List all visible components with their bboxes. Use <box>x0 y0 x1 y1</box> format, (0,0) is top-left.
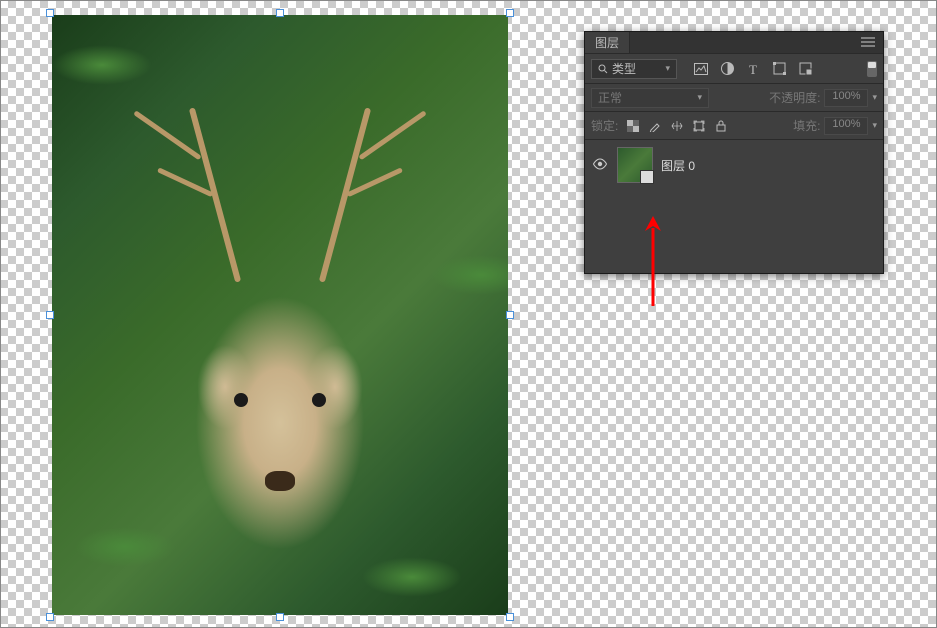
chevron-down-icon: ▾ <box>697 92 702 103</box>
opacity-input[interactable]: 100% <box>824 89 868 107</box>
fern-texture <box>52 45 152 85</box>
blend-mode-label: 正常 <box>598 89 622 106</box>
fern-texture <box>431 255 508 295</box>
deer-antler <box>319 107 371 282</box>
lock-icon-group <box>626 119 728 133</box>
lock-position-icon[interactable] <box>670 119 684 133</box>
layers-tab[interactable]: 图层 <box>585 32 630 53</box>
layer-filter-row: 类型 ▾ T <box>585 54 883 84</box>
deer-nose <box>265 471 295 491</box>
blend-mode-dropdown[interactable]: 正常 ▾ <box>591 88 709 108</box>
fill-label: 填充: <box>793 117 820 134</box>
fern-texture <box>362 557 462 597</box>
lock-artboard-icon[interactable] <box>692 119 706 133</box>
chevron-down-icon: ▾ <box>665 63 670 74</box>
blend-mode-row: 正常 ▾ 不透明度: 100% ▾ <box>585 84 883 112</box>
lock-label: 锁定: <box>591 117 618 134</box>
layer-thumbnail[interactable] <box>617 147 653 183</box>
lock-pixels-icon[interactable] <box>648 119 662 133</box>
fern-texture <box>75 527 175 567</box>
lock-all-icon[interactable] <box>714 119 728 133</box>
panel-tabbar: 图层 <box>585 32 883 54</box>
deer-antler <box>188 107 240 282</box>
layers-panel: 图层 类型 ▾ T 正常 ▾ 不透明度: 100% ▾ <box>584 31 884 274</box>
fill-group: 填充: 100% ▾ <box>793 117 877 135</box>
filter-pixel-icon[interactable] <box>693 61 709 77</box>
svg-text:T: T <box>749 63 757 75</box>
filter-toggle-switch[interactable] <box>867 61 877 77</box>
filter-shape-icon[interactable] <box>771 61 787 77</box>
opacity-label: 不透明度: <box>769 89 820 106</box>
visibility-toggle-icon[interactable] <box>591 158 609 173</box>
deer-eye <box>312 393 326 407</box>
filter-type-dropdown[interactable]: 类型 ▾ <box>591 59 677 79</box>
chevron-down-icon: ▾ <box>872 92 877 103</box>
filter-smartobject-icon[interactable] <box>797 61 813 77</box>
canvas-image[interactable] <box>52 15 508 615</box>
opacity-group: 不透明度: 100% ▾ <box>769 89 877 107</box>
lock-transparency-icon[interactable] <box>626 119 640 133</box>
filter-icon-group: T <box>693 61 813 77</box>
lock-row: 锁定: 填充: 100% ▾ <box>585 112 883 140</box>
fill-input[interactable]: 100% <box>824 117 868 135</box>
search-icon <box>598 64 608 74</box>
layer-name-label[interactable]: 图层 0 <box>661 157 695 174</box>
filter-text-icon[interactable]: T <box>745 61 761 77</box>
deer-eye <box>234 393 248 407</box>
smart-object-badge-icon <box>642 172 653 183</box>
chevron-down-icon: ▾ <box>872 120 877 131</box>
filter-adjustment-icon[interactable] <box>719 61 735 77</box>
layer-row[interactable]: 图层 0 <box>585 144 883 186</box>
panel-menu-icon[interactable] <box>853 36 883 50</box>
filter-type-label: 类型 <box>612 60 636 77</box>
layer-list: 图层 0 <box>585 140 883 190</box>
